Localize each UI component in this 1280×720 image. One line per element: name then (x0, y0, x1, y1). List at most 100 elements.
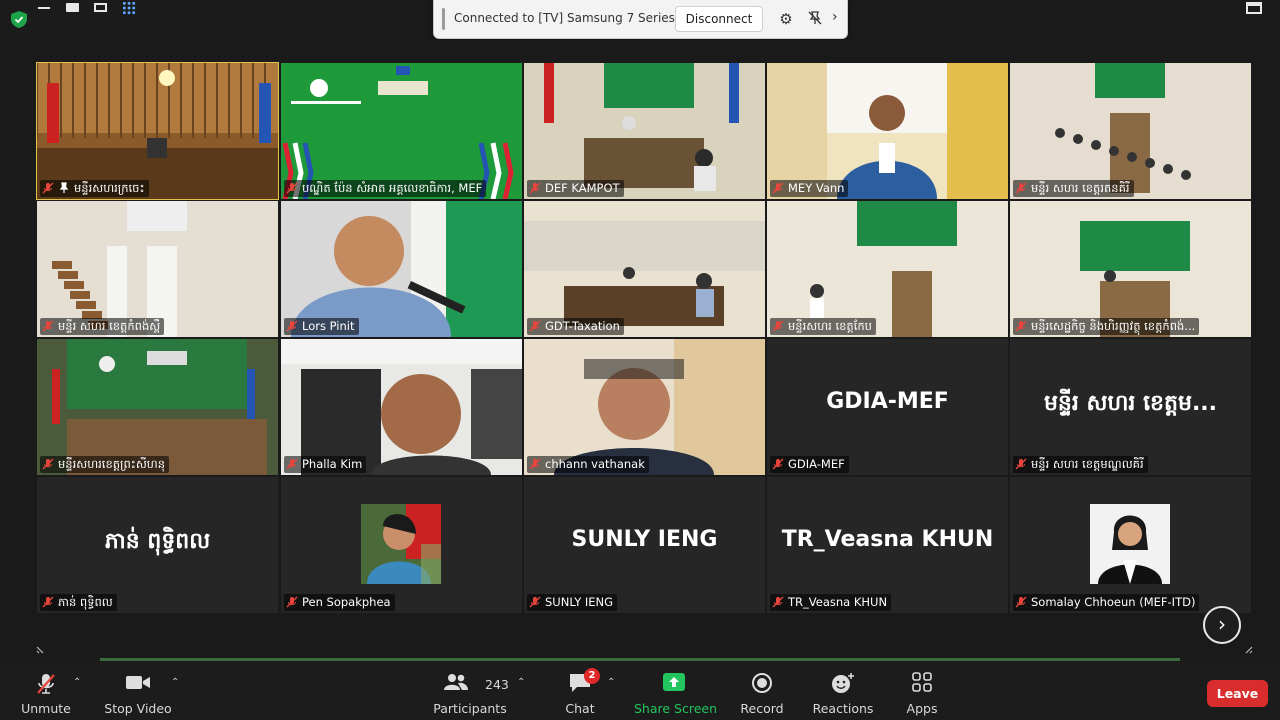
audio-options-caret[interactable]: ⌃ (73, 677, 81, 688)
participant-name-label: មន្ទីរសេដ្ឋកិច្ច និងហិរញ្ញវត្ថុ ខេត្តកំព… (1013, 318, 1200, 335)
participant-tile[interactable]: Lors Pinit (281, 201, 522, 337)
chat-options-caret[interactable]: ⌃ (607, 677, 615, 688)
video-feed (524, 339, 765, 475)
next-page-button[interactable]: › (1203, 606, 1241, 644)
maximize-icon[interactable] (94, 3, 107, 12)
participant-name: បណ្ឌិត ប៉ែន សំអាត អគ្គលេខាធិការ, MEF (302, 181, 483, 195)
leave-button[interactable]: Leave (1207, 680, 1268, 707)
reactions-button[interactable]: Reactions (812, 661, 874, 720)
cast-status-text: Connected to [TV] Samsung 7 Series (65 (454, 11, 676, 25)
participant-name-label: Phalla Kim (284, 456, 367, 473)
participant-name: Lors Pinit (302, 319, 355, 333)
video-feed (524, 201, 765, 337)
participant-tile[interactable]: ភាន់ ពុទ្ធិពល ភាន់ ពុទ្ធិពល (37, 477, 278, 613)
participant-tile[interactable]: មន្ទីរសហរខេត្តព្រះសីហនុ (37, 339, 278, 475)
participant-name: GDT-Taxation (545, 319, 620, 333)
participant-name: DEF KAMPOT (545, 181, 620, 195)
participant-name-label: SUNLY IENG (527, 594, 618, 611)
disconnect-button[interactable]: Disconnect (675, 6, 763, 32)
video-options-caret[interactable]: ⌃ (171, 677, 179, 688)
profile-photo (1090, 504, 1170, 584)
stop-video-label: Stop Video (104, 701, 172, 716)
view-options-icon[interactable] (1246, 2, 1262, 14)
unmute-button[interactable]: Unmute (14, 661, 78, 720)
microphone-muted-icon (1015, 320, 1027, 332)
participant-name: មន្ទីរសហរខេត្តព្រះសីហនុ (58, 457, 166, 471)
settings-gear-icon[interactable]: ⚙ (777, 10, 795, 28)
share-screen-label: Share Screen (634, 701, 718, 716)
participant-name-label: GDIA-MEF (770, 456, 849, 473)
microphone-muted-icon (1015, 596, 1027, 608)
participant-tile[interactable]: បណ្ឌិត ប៉ែន សំអាត អគ្គលេខាធិការ, MEF (281, 63, 522, 199)
participant-name-label: បណ្ឌិត ប៉ែន សំអាត អគ្គលេខាធិការ, MEF (284, 180, 487, 197)
microphone-muted-icon (529, 458, 541, 470)
profile-photo (361, 504, 441, 584)
participant-tile[interactable]: មន្ទីរសហរក្រចេះ (36, 62, 279, 200)
participant-tile[interactable]: GDT-Taxation (524, 201, 765, 337)
participant-tile[interactable]: Phalla Kim (281, 339, 522, 475)
window-mode-icon[interactable] (66, 3, 79, 12)
participant-name: GDIA-MEF (788, 457, 845, 471)
participant-name-label: មន្ទីរ សហរ ខេត្តមណ្ឌលគិរី (1013, 456, 1148, 473)
participant-display-name: ភាន់ ពុទ្ធិពល (104, 529, 211, 554)
participant-tile[interactable]: MEY Vann (767, 63, 1008, 199)
participant-name: មន្ទីរសហរក្រចេះ (74, 181, 145, 195)
participant-tile[interactable]: GDIA-MEF GDIA-MEF (767, 339, 1008, 475)
resize-corner-icon[interactable] (36, 644, 46, 654)
participant-name-label: chhann vathanak (527, 456, 649, 473)
microphone-muted-icon (1015, 458, 1027, 470)
chat-label: Chat (565, 701, 595, 716)
participant-tile[interactable]: Somalay Chhoeun (MEF-ITD) (1010, 477, 1251, 613)
video-feed (37, 201, 278, 337)
minimize-icon[interactable] (38, 7, 50, 9)
participant-tile[interactable]: មន្ទីរ សហរ ខេត្តរតនគិរី (1010, 63, 1251, 199)
participant-name: មន្ទីរសេដ្ឋកិច្ច និងហិរញ្ញវត្ថុ ខេត្តកំព… (1031, 319, 1196, 333)
participant-tile[interactable]: Pen Sopakphea (281, 477, 522, 613)
participant-tile[interactable]: chhann vathanak (524, 339, 765, 475)
participant-tile[interactable]: TR_Veasna KHUN TR_Veasna KHUN (767, 477, 1008, 613)
chevron-right-icon[interactable]: › (832, 9, 838, 25)
microphone-muted-icon (772, 458, 784, 470)
participant-tile[interactable]: DEF KAMPOT (524, 63, 765, 199)
participant-name: ភាន់ ពុទ្ធិពល (58, 595, 113, 609)
resize-corner-icon[interactable] (1243, 644, 1253, 654)
apps-button[interactable]: Apps (898, 661, 946, 720)
participant-tile[interactable]: មន្ទីរ សហរ ខេត្តម... មន្ទីរ សហរ ខេត្តមណ្ឌ… (1010, 339, 1251, 475)
microphone-muted-icon (529, 320, 541, 332)
share-screen-button[interactable]: Share Screen (634, 661, 718, 720)
stop-video-button[interactable]: Stop Video (100, 661, 176, 720)
participant-name-label: DEF KAMPOT (527, 180, 624, 197)
microphone-muted-icon (772, 596, 784, 608)
participant-display-name: GDIA-MEF (826, 389, 949, 414)
unpin-icon[interactable] (806, 10, 824, 28)
participant-name: មន្ទីរ សហរ ខេត្តមណ្ឌលគិរី (1031, 457, 1144, 471)
microphone-muted-icon (772, 320, 784, 332)
participant-name-label: មន្ទីរសហរ ខេត្តកែប (770, 318, 876, 335)
participant-name-label: MEY Vann (770, 180, 849, 197)
participant-name: មន្ទីរ សហរ ខេត្តកំពង់ស្ពឺ (58, 319, 161, 333)
pin-icon (59, 182, 69, 193)
record-button[interactable]: Record (734, 661, 790, 720)
video-feed (37, 339, 278, 475)
participants-options-caret[interactable]: ⌃ (517, 677, 525, 688)
participant-name: TR_Veasna KHUN (788, 595, 888, 609)
participant-name-label: GDT-Taxation (527, 318, 624, 335)
microphone-muted-icon (286, 182, 298, 194)
microphone-muted-icon (37, 674, 55, 694)
participant-tile[interactable]: SUNLY IENG SUNLY IENG (524, 477, 765, 613)
record-label: Record (740, 701, 784, 716)
participant-name: មន្ទីរសហរ ខេត្តកែប (788, 319, 872, 333)
participant-name: មន្ទីរ សហរ ខេត្តរតនគិរី (1031, 181, 1130, 195)
video-feed (281, 339, 522, 475)
participant-tile[interactable]: មន្ទីរសហរ ខេត្តកែប (767, 201, 1008, 337)
gallery-view-icon[interactable] (122, 1, 136, 15)
participant-tile[interactable]: មន្ទីរសេដ្ឋកិច្ច និងហិរញ្ញវត្ថុ ខេត្តកំព… (1010, 201, 1251, 337)
participant-tile[interactable]: មន្ទីរ សហរ ខេត្តកំពង់ស្ពឺ (37, 201, 278, 337)
participant-name: chhann vathanak (545, 457, 645, 471)
microphone-muted-icon (42, 458, 54, 470)
chat-button[interactable]: 2 Chat (552, 661, 608, 720)
microphone-muted-icon (286, 320, 298, 332)
microphone-muted-icon (286, 458, 298, 470)
drag-handle[interactable] (442, 8, 445, 30)
microphone-muted-icon (1015, 182, 1027, 194)
